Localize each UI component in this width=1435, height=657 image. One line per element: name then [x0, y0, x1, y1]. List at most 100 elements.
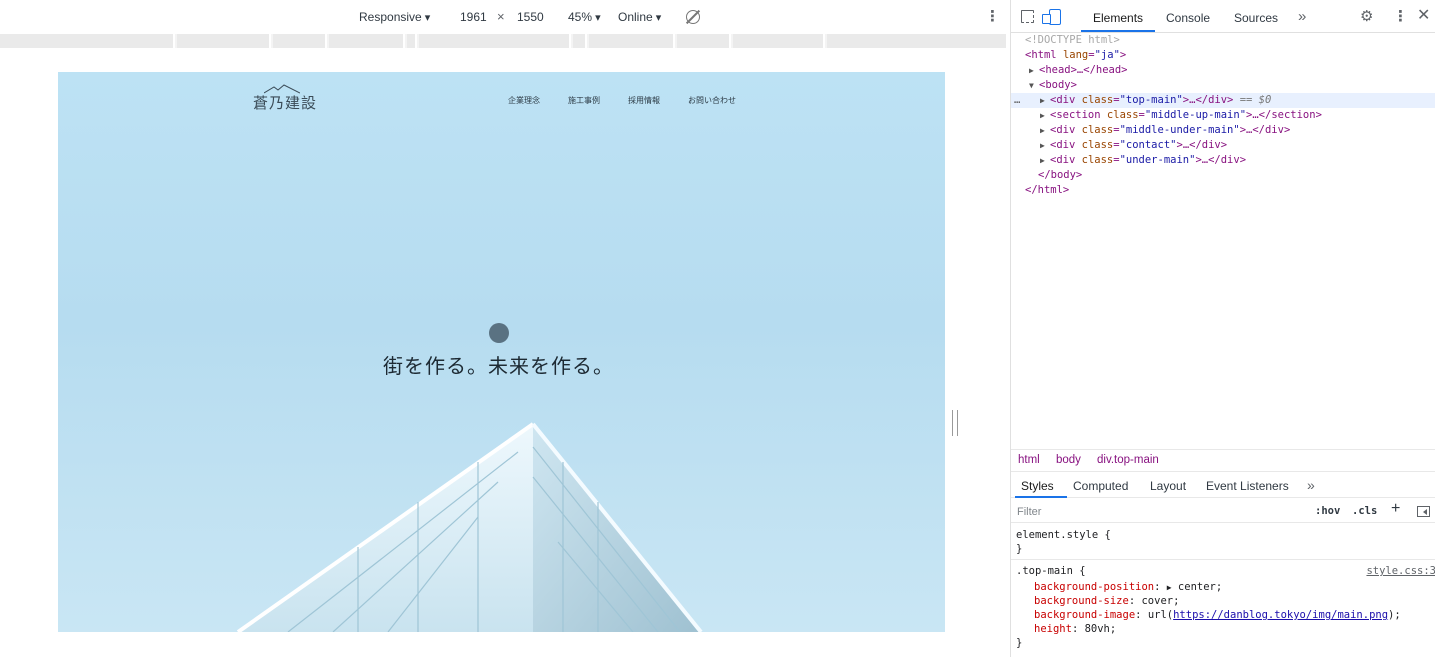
element-style-close: } [1016, 543, 1023, 555]
tab-computed[interactable]: Computed [1073, 479, 1128, 493]
html-tag: html [1031, 49, 1057, 61]
property-value[interactable]: cover; [1141, 595, 1179, 607]
width-input[interactable]: 1961 [460, 10, 487, 24]
new-style-rule-button[interactable]: + [1391, 500, 1400, 518]
kebab-icon[interactable]: ⋮ [1393, 9, 1408, 25]
expand-triangle-icon[interactable]: ▶ [1040, 108, 1050, 123]
device-toggle-icon[interactable] [1042, 9, 1061, 25]
declaration-background-image[interactable]: background-image: url(https://danblog.to… [1034, 608, 1401, 622]
ruler-segment[interactable] [573, 34, 587, 48]
throttling-dropdown[interactable]: Online [618, 10, 661, 24]
nav-link-works[interactable]: 施工事例 [568, 95, 600, 106]
tab-event-listeners[interactable]: Event Listeners [1206, 479, 1289, 493]
dom-node-top-main[interactable]: … ▶ <div class="top-main">…</div> == $0 [1011, 93, 1435, 108]
cls-button[interactable]: .cls [1352, 505, 1377, 517]
active-tab-indicator [1081, 30, 1155, 32]
element-style-selector[interactable]: element.style { [1016, 528, 1111, 542]
media-query-ruler[interactable] [0, 34, 1008, 48]
property-name[interactable]: background-size [1034, 595, 1129, 607]
breadcrumb-body[interactable]: body [1056, 454, 1081, 466]
nav-link-recruit[interactable]: 採用情報 [628, 95, 660, 106]
property-name[interactable]: height [1034, 623, 1072, 635]
url-function: url( [1147, 609, 1174, 621]
dom-suffix: …</div> [1189, 94, 1234, 106]
ruler-segment[interactable] [677, 34, 731, 48]
body-node[interactable]: ▼ <body> [1029, 78, 1077, 93]
dom-node-under-main[interactable]: ▶ <div class="under-main">…</div> [1040, 153, 1246, 168]
filter-input[interactable] [1017, 504, 1307, 520]
tab-styles[interactable]: Styles [1021, 479, 1054, 493]
dom-tag: div [1056, 139, 1076, 151]
ruler-segment[interactable] [827, 34, 1008, 48]
ruler-segment[interactable] [407, 34, 417, 48]
expand-triangle-icon[interactable]: ▶ [1040, 93, 1050, 108]
nav-link-philosophy[interactable]: 企業理念 [508, 95, 540, 106]
styles-sub-tab-bar: Styles Computed Layout Event Listeners » [1011, 471, 1435, 498]
ruler-segment[interactable] [273, 34, 327, 48]
ruler-segment[interactable] [589, 34, 675, 48]
background-image-url-link[interactable]: https://danblog.tokyo/img/main.png [1173, 609, 1388, 621]
property-name[interactable]: background-image [1034, 609, 1135, 621]
nav-link-contact[interactable]: お問い合わせ [688, 95, 736, 106]
declaration-background-size[interactable]: background-size: cover; [1034, 594, 1179, 608]
dom-node-contact[interactable]: ▶ <div class="contact">…</div> [1040, 138, 1227, 153]
device-toolbar: Responsive 1961 × 1550 45% Online ⋮ [0, 0, 1008, 34]
tab-console[interactable]: Console [1166, 11, 1210, 25]
html-close-tag[interactable]: </html> [1025, 183, 1069, 198]
height-input[interactable]: 1550 [517, 10, 544, 24]
zoom-dropdown[interactable]: 45% [568, 10, 601, 24]
viewport-resize-handle[interactable] [952, 410, 958, 436]
active-sub-tab-indicator [1015, 496, 1067, 498]
collapse-triangle-icon[interactable]: ▼ [1029, 78, 1039, 93]
expand-triangle-icon[interactable]: ▶ [1029, 63, 1039, 78]
expand-triangle-icon[interactable]: ▶ [1040, 138, 1050, 153]
toggle-sidebar-icon[interactable] [1417, 506, 1430, 517]
dom-node-middle-up-main[interactable]: ▶ <section class="middle-up-main">…</sect… [1040, 108, 1322, 123]
dom-tag: div [1056, 124, 1076, 136]
hero-headline: 街を作る。未来を作る。 [383, 354, 614, 378]
tab-elements[interactable]: Elements [1093, 11, 1143, 25]
head-node[interactable]: ▶ <head>…</head> [1029, 63, 1128, 78]
rule-divider [1011, 559, 1435, 560]
tab-sources[interactable]: Sources [1234, 11, 1278, 25]
rotate-icon[interactable] [686, 10, 700, 24]
rule-selector[interactable]: .top-main { [1016, 565, 1086, 577]
breadcrumb-div-top-main[interactable]: div.top-main [1097, 454, 1159, 466]
expand-triangle-icon[interactable]: ▶ [1040, 153, 1050, 168]
html-node[interactable]: <html lang="ja"> [1025, 48, 1126, 63]
ruler-segment[interactable] [419, 34, 571, 48]
close-icon[interactable]: ✕ [1417, 8, 1430, 24]
html-attr-value: ja [1100, 49, 1114, 61]
ruler-segment[interactable] [733, 34, 825, 48]
declaration-height[interactable]: height: 80vh; [1034, 622, 1116, 636]
ruler-segment[interactable] [329, 34, 405, 48]
responsive-dropdown[interactable]: Responsive [359, 10, 430, 24]
more-tabs-icon[interactable]: » [1298, 9, 1306, 25]
dom-suffix: …</div> [1201, 154, 1247, 166]
hov-button[interactable]: :hov [1315, 505, 1340, 517]
dom-class-value: under-main [1125, 154, 1190, 166]
body-close-tag[interactable]: </body> [1038, 168, 1082, 183]
ruler-segment[interactable] [177, 34, 271, 48]
tab-layout[interactable]: Layout [1150, 479, 1186, 493]
gear-icon[interactable]: ⚙ [1360, 9, 1373, 25]
expand-triangle-icon[interactable]: ▶ [1040, 123, 1050, 138]
rule-source-link[interactable]: style.css:3 [1366, 564, 1435, 578]
site-logo[interactable]: 蒼乃建設 [253, 92, 317, 113]
node-actions-ellipsis[interactable]: … [1014, 93, 1020, 108]
expand-triangle-icon[interactable]: ▶ [1167, 583, 1172, 592]
property-value[interactable]: 80vh; [1085, 623, 1117, 635]
dom-suffix: …</div> [1246, 124, 1291, 136]
inspect-element-icon[interactable] [1021, 10, 1034, 23]
property-name[interactable]: background-position [1034, 581, 1154, 593]
dom-node-middle-under-main[interactable]: ▶ <div class="middle-under-main">…</div> [1040, 123, 1290, 138]
more-sub-tabs-icon[interactable]: » [1307, 477, 1315, 493]
dom-suffix: …</div> [1182, 139, 1228, 151]
kebab-icon[interactable]: ⋮ [985, 9, 1000, 25]
doctype-node[interactable]: <!DOCTYPE html> [1025, 33, 1120, 48]
ruler-segment[interactable] [0, 34, 175, 48]
head-node-text: <head>…</head> [1039, 64, 1128, 76]
breadcrumb-html[interactable]: html [1018, 454, 1040, 466]
property-value[interactable]: center; [1178, 581, 1222, 593]
declaration-background-position[interactable]: background-position: ▶ center; [1034, 580, 1222, 595]
